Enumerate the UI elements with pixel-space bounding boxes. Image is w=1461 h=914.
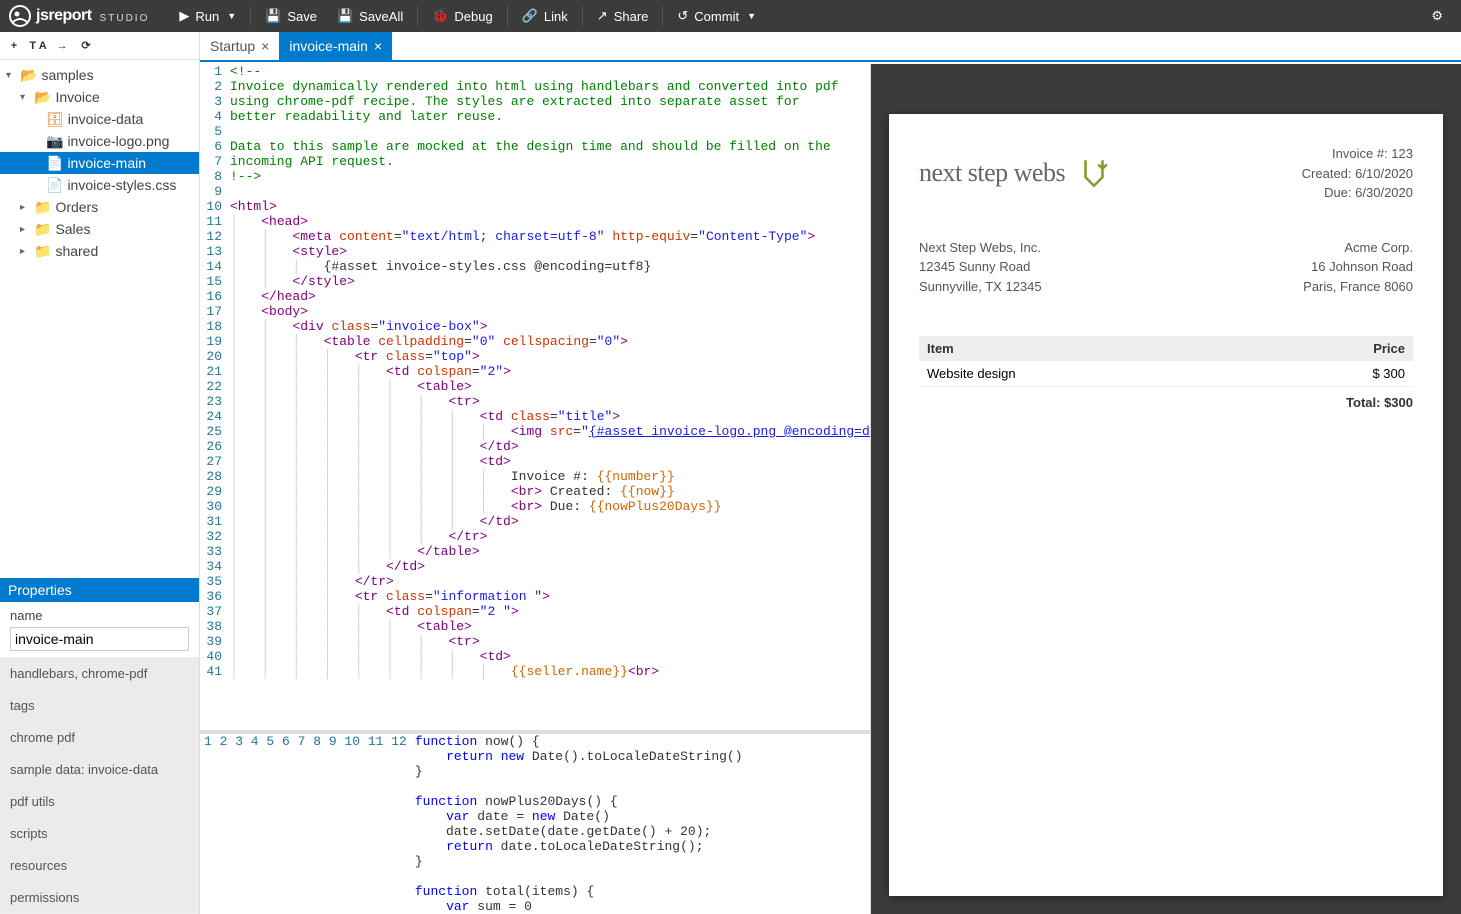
file-icon: 📷 bbox=[46, 133, 63, 150]
tree-folder-invoice[interactable]: ▾📂Invoice bbox=[0, 86, 199, 108]
editor-tabs: Startup×invoice-main× bbox=[200, 32, 1461, 62]
debug-button[interactable]: 🐞 Debug bbox=[422, 0, 503, 32]
main-toolbar: jsreport STUDIO ▶ Run ▼ 💾 Save 💾 SaveAll… bbox=[0, 0, 1461, 32]
expand-button[interactable]: → bbox=[51, 35, 73, 57]
preview-pane: next step webs Invoice #: 123 Created: 6… bbox=[871, 64, 1461, 914]
refresh-button[interactable]: ⟳ bbox=[75, 35, 97, 57]
link-button[interactable]: 🔗 Link bbox=[512, 0, 578, 32]
file-icon: 📄 bbox=[46, 177, 63, 194]
property-name-row: name bbox=[0, 602, 199, 658]
file-icon: 📄 bbox=[46, 155, 63, 172]
logo: jsreport STUDIO bbox=[8, 4, 169, 28]
tree-toolbar: + T A → ⟳ bbox=[0, 32, 199, 60]
buyer-address: Acme Corp. 16 Johnson Road Paris, France… bbox=[1303, 238, 1413, 297]
invoice-meta: Invoice #: 123 Created: 6/10/2020 Due: 6… bbox=[1302, 144, 1413, 203]
file-icon: 🗄 bbox=[46, 111, 64, 128]
property-row[interactable]: permissions bbox=[0, 882, 199, 914]
editor-pane: 1 2 3 4 5 6 7 8 9 10 11 12 13 14 15 16 1… bbox=[200, 64, 871, 914]
saveall-button[interactable]: 💾 SaveAll bbox=[327, 0, 413, 32]
property-row[interactable]: resources bbox=[0, 850, 199, 882]
tree-folder-Sales[interactable]: ▸📁Sales bbox=[0, 218, 199, 240]
property-row[interactable]: chrome pdf bbox=[0, 722, 199, 754]
tab-Startup[interactable]: Startup× bbox=[200, 32, 279, 60]
close-icon[interactable]: × bbox=[374, 38, 382, 54]
code-editor-helpers[interactable]: 1 2 3 4 5 6 7 8 9 10 11 12 function now(… bbox=[200, 734, 870, 914]
property-row[interactable]: scripts bbox=[0, 818, 199, 850]
filter-button[interactable]: T A bbox=[27, 35, 49, 57]
run-button[interactable]: ▶ Run ▼ bbox=[169, 0, 246, 32]
folder-icon: 📁 bbox=[34, 243, 51, 260]
tree-folder-Orders[interactable]: ▸📁Orders bbox=[0, 196, 199, 218]
add-button[interactable]: + bbox=[3, 35, 25, 57]
folder-open-icon: 📂 bbox=[20, 67, 37, 84]
preview-page: next step webs Invoice #: 123 Created: 6… bbox=[889, 114, 1443, 896]
property-name-input[interactable] bbox=[10, 627, 189, 651]
tree-file-invoice-main[interactable]: 📄invoice-main bbox=[0, 152, 199, 174]
save-button[interactable]: 💾 Save bbox=[255, 0, 327, 32]
code-editor-html[interactable]: 1 2 3 4 5 6 7 8 9 10 11 12 13 14 15 16 1… bbox=[200, 64, 870, 730]
invoice-items-table: ItemPrice Website design$ 300 bbox=[919, 336, 1413, 387]
folder-icon: 📁 bbox=[34, 221, 51, 238]
tree-folder-shared[interactable]: ▸📁shared bbox=[0, 240, 199, 262]
invoice-logo: next step webs bbox=[919, 144, 1111, 203]
tree-folder-samples[interactable]: ▾📂samples bbox=[0, 64, 199, 86]
tree-file-invoice-logo.png[interactable]: 📷invoice-logo.png bbox=[0, 130, 199, 152]
property-row[interactable]: tags bbox=[0, 690, 199, 722]
gear-icon: ⚙ bbox=[1431, 8, 1443, 24]
property-row[interactable]: pdf utils bbox=[0, 786, 199, 818]
jsreport-logo-icon bbox=[8, 4, 32, 28]
settings-button[interactable]: ⚙ bbox=[1421, 0, 1453, 32]
file-tree: ▾📂samples ▾📂Invoice 🗄invoice-data📷invoic… bbox=[0, 60, 199, 578]
tree-file-invoice-styles.css[interactable]: 📄invoice-styles.css bbox=[0, 174, 199, 196]
logo-studio: STUDIO bbox=[100, 13, 150, 24]
logo-text: jsreport bbox=[36, 7, 92, 25]
logo-glyph-icon bbox=[1077, 156, 1111, 190]
folder-icon: 📁 bbox=[34, 199, 51, 216]
tree-file-invoice-data[interactable]: 🗄invoice-data bbox=[0, 108, 199, 130]
property-name-label: name bbox=[10, 608, 189, 623]
share-button[interactable]: ↗ Share bbox=[587, 0, 659, 32]
seller-address: Next Step Webs, Inc. 12345 Sunny Road Su… bbox=[919, 238, 1042, 297]
close-icon[interactable]: × bbox=[261, 38, 269, 54]
sidebar: + T A → ⟳ ▾📂samples ▾📂Invoice 🗄invoice-d… bbox=[0, 32, 200, 914]
property-row[interactable]: handlebars, chrome-pdf bbox=[0, 658, 199, 690]
tab-invoice-main[interactable]: invoice-main× bbox=[279, 32, 392, 60]
property-row[interactable]: sample data: invoice-data bbox=[0, 754, 199, 786]
properties-title: Properties bbox=[0, 578, 199, 602]
invoice-total: Total: $300 bbox=[919, 395, 1413, 410]
folder-open-icon: 📂 bbox=[34, 89, 51, 106]
commit-button[interactable]: ↺ Commit ▼ bbox=[667, 0, 766, 32]
